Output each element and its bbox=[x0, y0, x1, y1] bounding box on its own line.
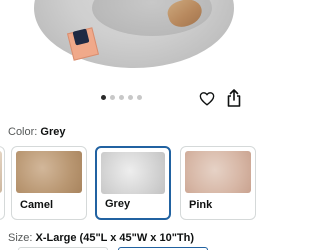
selected-size: X-Large (45"L x 45"W x 10"Th) bbox=[35, 232, 195, 244]
color-swatch-grey[interactable]: Grey bbox=[95, 146, 171, 220]
color-swatch-pink[interactable]: Pink bbox=[180, 146, 256, 220]
carousel-dot[interactable] bbox=[119, 95, 124, 100]
favorite-button[interactable] bbox=[197, 88, 217, 108]
swatch-label: Grey bbox=[105, 198, 131, 210]
carousel-dot[interactable] bbox=[128, 95, 133, 100]
size-selector-label: Size: X-Large (45"L x 45"W x 10"Th) bbox=[8, 232, 194, 244]
swatch-image bbox=[185, 151, 251, 193]
color-swatch-camel[interactable]: Camel bbox=[11, 146, 87, 220]
swatch-image bbox=[0, 151, 2, 193]
color-selector-label: Color: Grey bbox=[8, 126, 65, 138]
heart-icon bbox=[199, 91, 215, 106]
product-image[interactable] bbox=[0, 0, 250, 88]
color-swatch-partial[interactable] bbox=[0, 146, 5, 220]
share-button[interactable] bbox=[224, 87, 244, 109]
color-label: Color: bbox=[8, 126, 38, 138]
size-label: Size: bbox=[8, 232, 33, 244]
share-icon bbox=[227, 89, 241, 107]
swatch-image bbox=[101, 152, 165, 194]
selected-color: Grey bbox=[40, 126, 66, 138]
carousel-dot[interactable] bbox=[101, 95, 106, 100]
swatch-label: Pink bbox=[189, 199, 213, 211]
carousel-dot[interactable] bbox=[110, 95, 115, 100]
image-carousel-dots[interactable] bbox=[101, 95, 142, 100]
swatch-label: Camel bbox=[20, 199, 54, 211]
carousel-dot[interactable] bbox=[137, 95, 142, 100]
swatch-image bbox=[16, 151, 82, 193]
